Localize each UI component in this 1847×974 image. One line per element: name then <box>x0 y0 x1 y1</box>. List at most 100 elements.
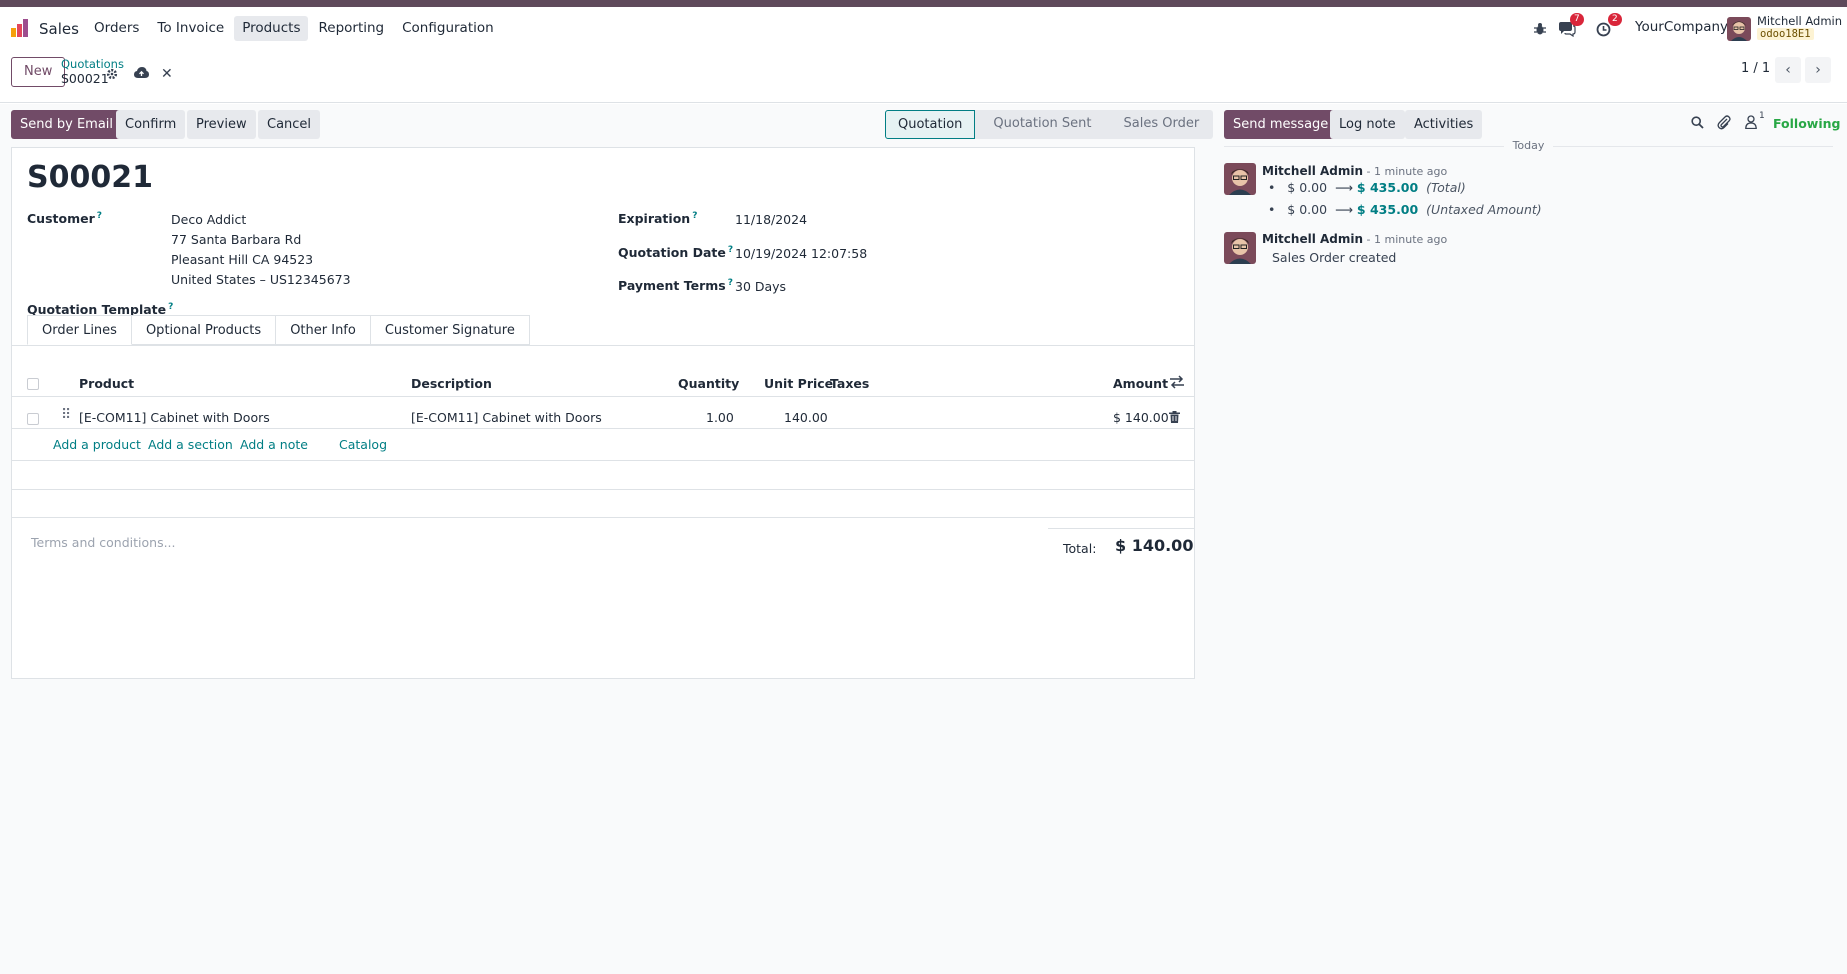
quotation-date-label: Quotation Date? <box>618 245 734 261</box>
column-quantity[interactable]: Quantity <box>678 376 739 391</box>
column-amount[interactable]: Amount <box>1113 376 1168 391</box>
trash-icon[interactable] <box>1169 411 1180 427</box>
message-author[interactable]: Mitchell Admin - 1 minute ago <box>1262 164 1447 178</box>
tab-order-lines[interactable]: Order Lines <box>27 315 132 345</box>
total-value: $ 140.00 <box>1115 536 1194 555</box>
messages-badge: 7 <box>1570 13 1584 26</box>
activities-icon[interactable]: 2 <box>1596 13 1622 41</box>
tracking-line: • $ 0.00 ⟶ $ 435.00 (Untaxed Amount) <box>1268 202 1542 217</box>
row-unit-price[interactable]: 140.00 <box>784 410 828 425</box>
row-checkbox[interactable] <box>27 413 39 425</box>
pager-previous-button[interactable]: ‹ <box>1775 57 1801 83</box>
menu-to-invoice[interactable]: To Invoice <box>149 16 232 41</box>
chatter: Send message Log note Activities 1 Follo… <box>1224 104 1847 974</box>
quotation-date-field[interactable]: 10/19/2024 12:07:58 <box>735 246 867 261</box>
add-section-link[interactable]: Add a section <box>148 437 233 452</box>
followers-count: 1 <box>1759 111 1765 121</box>
save-cloud-icon[interactable] <box>134 67 149 83</box>
pager-value[interactable]: 1 / 1 <box>1741 61 1770 76</box>
help-tooltip-icon[interactable]: ? <box>168 302 173 312</box>
menu-reporting[interactable]: Reporting <box>310 16 392 41</box>
menu-products[interactable]: Products <box>234 16 309 41</box>
row-amount: $ 140.00 <box>1113 410 1169 425</box>
user-avatar[interactable] <box>1727 17 1751 41</box>
column-taxes[interactable]: Taxes <box>830 376 869 391</box>
activities-badge: 2 <box>1608 13 1622 26</box>
new-button[interactable]: New <box>11 57 66 87</box>
gear-icon[interactable] <box>106 68 118 84</box>
record-title: S00021 <box>27 160 153 195</box>
tab-other-info[interactable]: Other Info <box>276 315 371 345</box>
company-switcher[interactable]: YourCompany <box>1635 19 1728 35</box>
row-divider <box>12 489 1194 490</box>
header-divider <box>12 396 1194 397</box>
breadcrumb-current: S00021 <box>61 71 109 86</box>
row-quantity[interactable]: 1.00 <box>706 410 734 425</box>
expiration-field[interactable]: 11/18/2024 <box>735 212 807 227</box>
app-name[interactable]: Sales <box>39 20 79 38</box>
debug-icon[interactable] <box>1533 17 1547 41</box>
stage-sales-order[interactable]: Sales Order <box>1105 110 1214 139</box>
main-navbar: Sales Orders To Invoice Products Reporti… <box>0 7 1847 49</box>
discard-icon[interactable]: ✕ <box>161 66 173 82</box>
total-label: Total: <box>1063 541 1097 556</box>
column-product[interactable]: Product <box>79 376 134 391</box>
following-button[interactable]: Following <box>1773 116 1840 131</box>
customer-street: 77 Santa Barbara Rd <box>171 232 302 247</box>
paperclip-icon[interactable] <box>1717 115 1731 134</box>
row-divider <box>12 428 1194 429</box>
stage-quotation-sent[interactable]: Quotation Sent <box>975 110 1106 139</box>
row-product[interactable]: [E-COM11] Cabinet with Doors <box>79 410 270 425</box>
add-note-link[interactable]: Add a note <box>240 437 308 452</box>
log-note-button[interactable]: Log note <box>1330 110 1405 139</box>
arrow-right-icon: ⟶ <box>1335 202 1353 217</box>
followers-icon[interactable] <box>1745 115 1757 133</box>
user-name[interactable]: Mitchell Admin <box>1757 14 1842 28</box>
message-body: Sales Order created <box>1272 250 1397 265</box>
menu-configuration[interactable]: Configuration <box>394 16 502 41</box>
menu-orders[interactable]: Orders <box>86 16 147 41</box>
sales-app-icon[interactable] <box>11 19 31 37</box>
tab-customer-signature[interactable]: Customer Signature <box>370 315 530 345</box>
message-time: - 1 minute ago <box>1363 233 1448 246</box>
activities-button[interactable]: Activities <box>1405 110 1483 139</box>
message-author[interactable]: Mitchell Admin - 1 minute ago <box>1262 232 1447 246</box>
status-bar: Quotation Quotation Sent Sales Order <box>885 110 1214 139</box>
help-tooltip-icon[interactable]: ? <box>692 211 697 221</box>
date-separator-label: Today <box>1512 139 1545 152</box>
send-message-button[interactable]: Send message <box>1224 110 1338 139</box>
terms-conditions-field[interactable]: Terms and conditions... <box>31 535 176 550</box>
expiration-label: Expiration? <box>618 211 698 227</box>
column-unit-price[interactable]: Unit Price <box>764 376 833 391</box>
database-name: odoo18E1 <box>1757 28 1814 40</box>
help-tooltip-icon[interactable]: ? <box>728 245 733 255</box>
catalog-link[interactable]: Catalog <box>339 437 387 452</box>
tab-optional-products[interactable]: Optional Products <box>131 315 277 345</box>
column-description[interactable]: Description <box>411 376 492 391</box>
form-sheet: S00021 Customer? Deco Addict 77 Santa Ba… <box>11 147 1195 679</box>
stage-quotation[interactable]: Quotation <box>885 110 976 139</box>
tracking-line: • $ 0.00 ⟶ $ 435.00 (Total) <box>1268 180 1466 195</box>
cancel-button[interactable]: Cancel <box>258 110 321 139</box>
optional-columns-icon[interactable] <box>1169 375 1185 393</box>
author-avatar[interactable] <box>1224 163 1256 195</box>
search-icon[interactable] <box>1691 116 1704 133</box>
customer-name[interactable]: Deco Addict <box>171 212 246 227</box>
messages-icon[interactable]: 7 <box>1558 13 1584 41</box>
preview-button[interactable]: Preview <box>187 110 256 139</box>
row-description[interactable]: [E-COM11] Cabinet with Doors <box>411 410 602 425</box>
send-by-email-button[interactable]: Send by Email <box>11 110 123 139</box>
help-tooltip-icon[interactable]: ? <box>728 278 733 288</box>
help-tooltip-icon[interactable]: ? <box>97 211 102 221</box>
payment-terms-label: Payment Terms? <box>618 278 733 294</box>
pager-next-button[interactable]: › <box>1805 57 1831 83</box>
confirm-button[interactable]: Confirm <box>116 110 186 139</box>
payment-terms-field[interactable]: 30 Days <box>735 279 786 294</box>
author-avatar[interactable] <box>1224 232 1256 264</box>
customer-city: Pleasant Hill CA 94523 <box>171 252 314 267</box>
select-all-checkbox[interactable] <box>27 378 39 390</box>
drag-handle-icon[interactable]: ⠿ <box>61 407 71 423</box>
add-product-link[interactable]: Add a product <box>53 437 141 452</box>
notebook-tabs: Order Lines Optional Products Other Info… <box>27 315 530 345</box>
tabs-divider <box>12 345 1194 346</box>
